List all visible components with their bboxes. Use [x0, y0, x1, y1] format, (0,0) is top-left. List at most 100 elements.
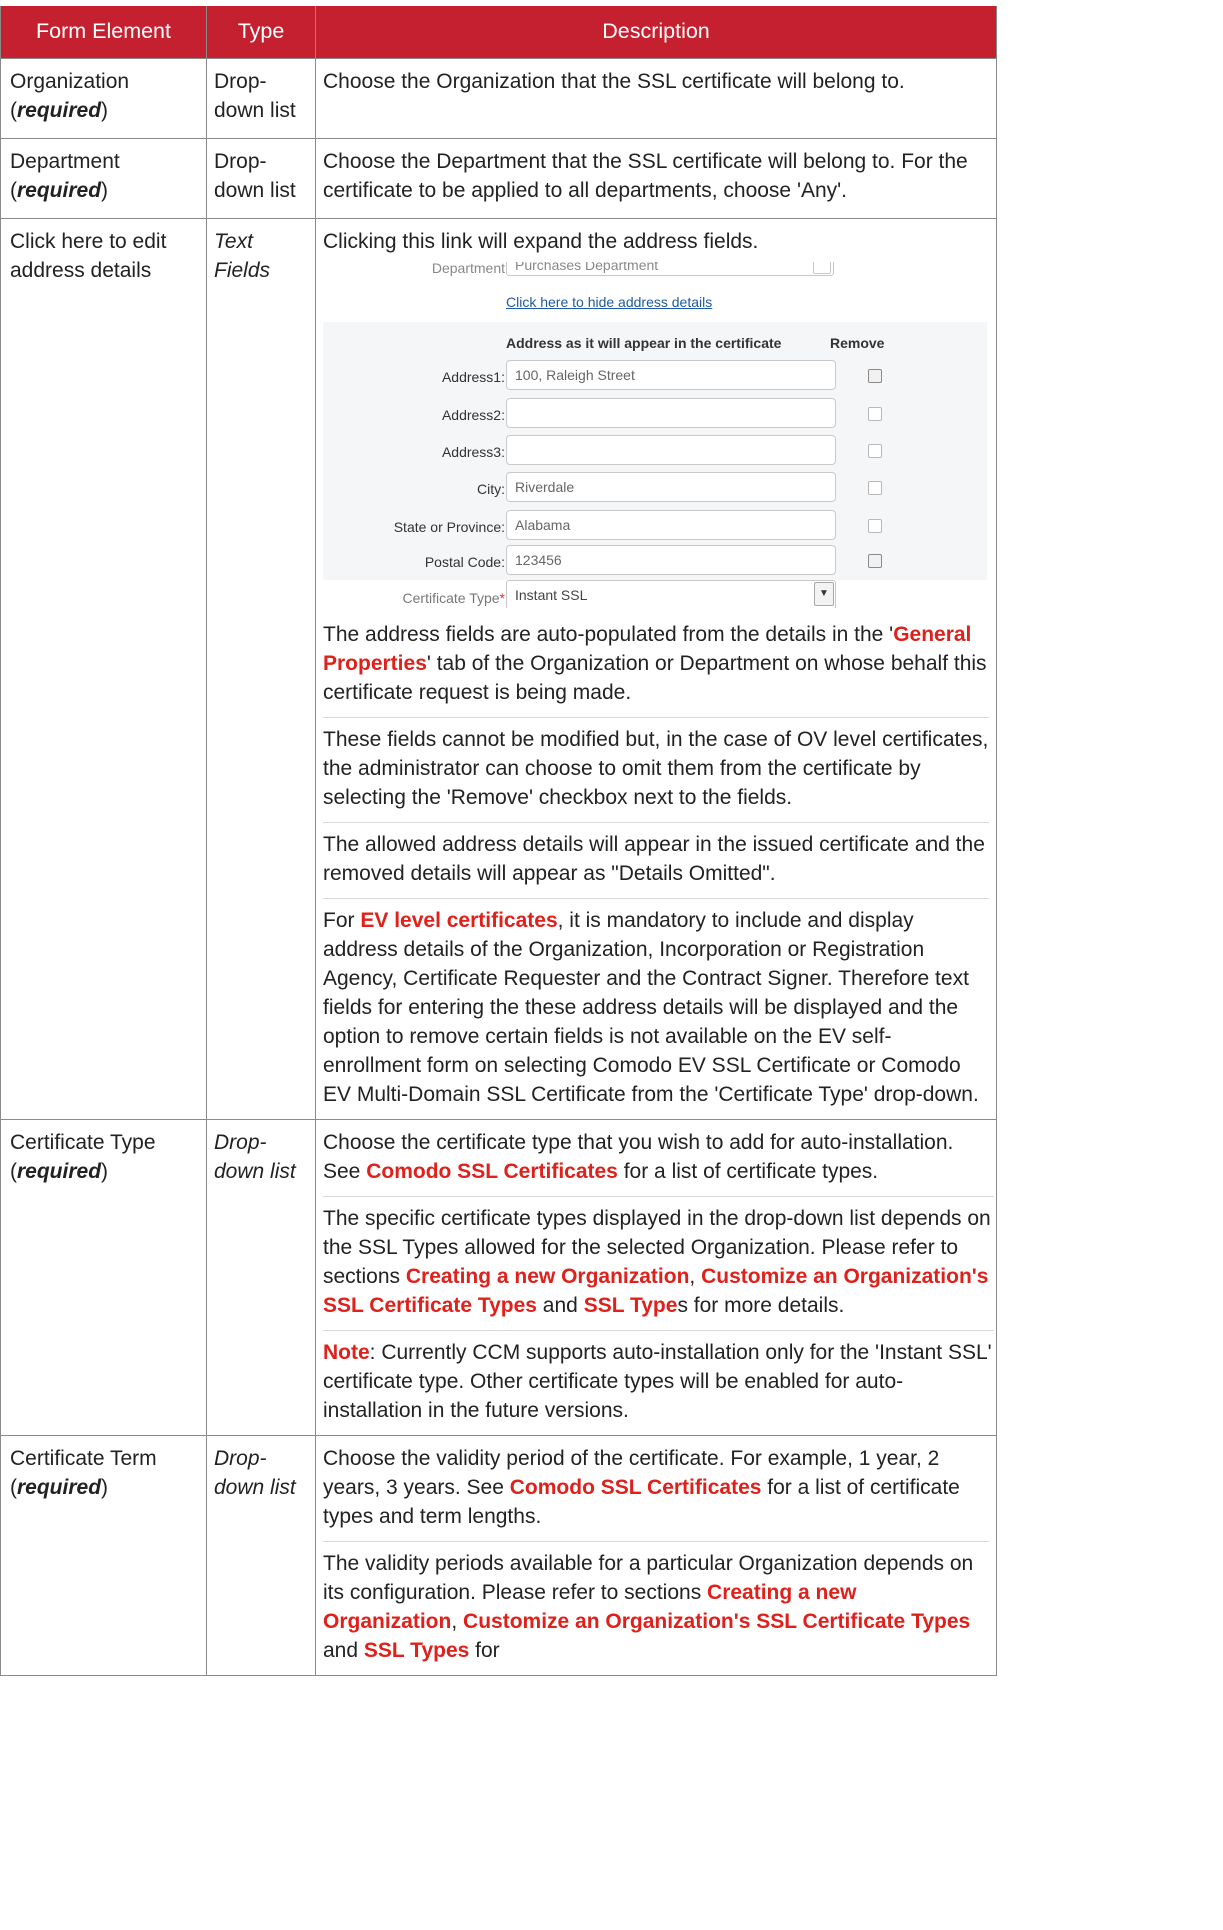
text: s for more details.	[677, 1293, 845, 1317]
element-name: Certificate Term	[10, 1446, 157, 1470]
table-row-certificate-term: Certificate Term (required) Drop-down lis…	[0, 1434, 997, 1676]
address3-label: Address3:	[441, 443, 505, 460]
description-cell: Choose the Organization that the SSL cer…	[315, 57, 997, 139]
element-name: Certificate Type	[10, 1130, 156, 1154]
ctype-note: Note: Currently CCM supports auto-instal…	[323, 1329, 994, 1425]
text: for	[469, 1638, 500, 1662]
state-field: Alabama	[506, 509, 836, 540]
city-label: City:	[477, 480, 505, 497]
type-text: Drop-down list	[214, 69, 296, 122]
remove-column-header: Remove	[830, 334, 885, 351]
address-intro: Clicking this link will expand the addre…	[323, 229, 759, 253]
ev-level-certificates-link[interactable]: EV level certificates	[360, 909, 557, 932]
description-cell: Clicking this link will expand the addre…	[315, 217, 997, 1120]
address-paragraph-2: These fields cannot be modified but, in …	[323, 716, 989, 812]
table-row-department: Department (required) Drop-down list Cho…	[0, 137, 997, 219]
address-paragraph-4: For EV level certificates, it is mandato…	[323, 897, 989, 1109]
text: , it is mandatory to include and display…	[323, 908, 979, 1106]
ssl-types-link[interactable]: SSL Types	[364, 1639, 469, 1662]
postal-code-field: 123456	[506, 544, 836, 575]
department-select[interactable]: Purchases Department	[506, 261, 834, 276]
description-text: Choose the Department that the SSL certi…	[323, 149, 968, 202]
comodo-ssl-certificates-link[interactable]: Comodo SSL Certificates	[510, 1476, 762, 1499]
table-row-certificate-type: Certificate Type (required) Drop-down lis…	[0, 1118, 997, 1436]
table-row-organization: Organization (required) Drop-down list Ch…	[0, 57, 997, 139]
creating-organization-link[interactable]: Creating a new Organization	[406, 1265, 690, 1288]
address-paragraph-3: The allowed address details will appear …	[323, 821, 989, 888]
text: ,	[689, 1264, 702, 1288]
element-cell: Certificate Type (required)	[0, 1118, 207, 1436]
required-star: *	[499, 589, 505, 606]
department-label: Department	[431, 261, 505, 276]
type-text: Drop-down list	[214, 1446, 296, 1499]
address1-remove-checkbox[interactable]	[868, 368, 882, 383]
form-elements-table: Form Element Type Description Organizati…	[0, 6, 997, 1676]
certificate-type-label-text: Certificate Type	[402, 589, 500, 606]
address2-label: Address2:	[441, 406, 505, 423]
address1-field: 100, Raleigh Street	[506, 359, 836, 390]
required-tag: required	[17, 178, 102, 202]
header-form-element: Form Element	[0, 6, 207, 59]
type-cell: Drop-down list	[206, 1434, 316, 1676]
table-header-row: Form Element Type Description	[0, 6, 997, 59]
text: and	[536, 1293, 584, 1317]
header-type: Type	[206, 6, 316, 59]
postal-code-remove-checkbox[interactable]	[868, 553, 882, 568]
required-tag: required	[17, 98, 102, 122]
text: ,	[451, 1609, 458, 1633]
description-cell: Choose the validity period of the certif…	[315, 1434, 997, 1676]
type-cell: Drop-down list	[206, 137, 316, 219]
state-remove-checkbox	[868, 518, 882, 533]
text: The address fields are auto-populated fr…	[323, 622, 894, 646]
state-label: State or Province:	[393, 518, 505, 535]
description-text: Choose the Organization that the SSL cer…	[323, 69, 905, 93]
comodo-ssl-certificates-link[interactable]: Comodo SSL Certificates	[366, 1160, 618, 1183]
element-name: Organization	[10, 69, 130, 93]
text: for a list of certificate types.	[617, 1159, 879, 1183]
address3-remove-checkbox	[868, 443, 882, 458]
table-row-address-details: Click here to edit address details Text …	[0, 217, 997, 1120]
type-text: Text Fields	[214, 229, 271, 282]
header-description: Description	[315, 6, 997, 59]
customize-ssl-types-link[interactable]: Customize an Organization's SSL Certific…	[463, 1610, 970, 1633]
type-cell: Drop-down list	[206, 1118, 316, 1436]
element-name: Click here to edit address details	[10, 229, 167, 282]
cterm-paragraph-1: Choose the validity period of the certif…	[323, 1444, 989, 1531]
postal-code-label: Postal Code:	[424, 553, 505, 570]
text: and	[323, 1638, 364, 1662]
city-field: Riverdale	[506, 471, 836, 502]
address3-field	[506, 434, 836, 465]
address-paragraph-1: The address fields are auto-populated fr…	[323, 620, 989, 707]
ssl-types-link[interactable]: SSL Type	[584, 1294, 678, 1317]
type-cell: Drop-down list	[206, 57, 316, 139]
address-column-header: Address as it will appear in the certifi…	[506, 334, 782, 351]
ctype-paragraph-1: Choose the certificate type that you wis…	[323, 1128, 994, 1186]
address1-label: Address1:	[441, 368, 505, 385]
type-text: Drop-down list	[214, 1130, 296, 1183]
address-form-screenshot: Department Purchases Department Click he…	[323, 261, 987, 608]
chevron-down-icon[interactable]	[813, 261, 831, 274]
required-tag: required	[17, 1159, 102, 1183]
cterm-paragraph-2: The validity periods available for a par…	[323, 1540, 989, 1665]
description-cell: Choose the Department that the SSL certi…	[315, 137, 997, 219]
certificate-type-select[interactable]: Instant SSL	[506, 579, 836, 608]
certificate-type-label: Certificate Type*	[403, 590, 505, 606]
text: The validity periods available for a par…	[323, 1551, 974, 1604]
element-cell: Certificate Term (required)	[0, 1434, 207, 1676]
text: : Currently CCM supports auto-installati…	[323, 1340, 992, 1422]
required-tag: required	[17, 1475, 102, 1499]
element-cell: Organization (required)	[0, 57, 207, 139]
ctype-paragraph-2: The specific certificate types displayed…	[323, 1195, 994, 1320]
hide-address-link[interactable]: Click here to hide address details	[506, 294, 712, 310]
type-cell: Text Fields	[206, 217, 316, 1120]
type-text: Drop-down list	[214, 149, 296, 202]
address2-remove-checkbox	[868, 406, 882, 421]
description-cell: Choose the certificate type that you wis…	[315, 1118, 997, 1436]
chevron-down-icon[interactable]: ▼	[814, 581, 834, 606]
note-label: Note	[323, 1340, 370, 1364]
element-cell: Department (required)	[0, 137, 207, 219]
element-cell: Click here to edit address details	[0, 217, 207, 1120]
address2-field	[506, 397, 836, 428]
city-remove-checkbox	[868, 480, 882, 495]
text: For	[323, 908, 361, 932]
